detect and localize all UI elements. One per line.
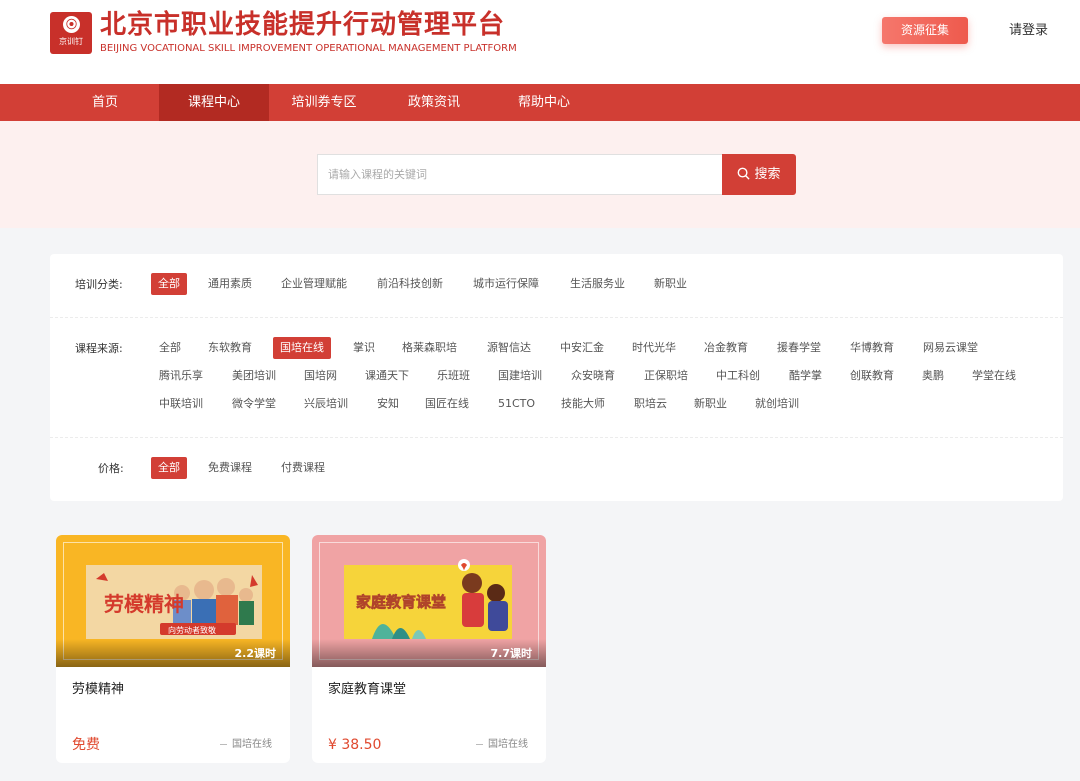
filter-category-option[interactable]: 企业管理赋能	[274, 273, 354, 295]
filter-price-free[interactable]: 免费课程	[201, 457, 259, 479]
filter-label-price: 价格:	[98, 462, 124, 475]
course-card[interactable]: 家庭教育课堂 7.7课时 家庭教育课堂 ¥ 38.50 国培在线	[312, 535, 546, 763]
filter-source-option[interactable]: 奥鹏	[915, 365, 951, 387]
course-lessons: 2.2课时	[234, 647, 277, 660]
filter-source-option[interactable]: 源智信达	[480, 337, 538, 359]
filter-source-option[interactable]: 全部	[152, 337, 188, 359]
filter-source-option[interactable]: 51CTO	[491, 393, 542, 415]
filter-source-option[interactable]: 众安晓育	[564, 365, 622, 387]
filter-source-option[interactable]: 援春学堂	[770, 337, 828, 359]
search-button-label: 搜索	[754, 167, 781, 182]
filter-source-option-selected[interactable]: 国培在线	[273, 337, 331, 359]
nav-item-voucher[interactable]: 培训券专区	[269, 84, 379, 121]
filter-source-option[interactable]: 兴辰培训	[297, 393, 355, 415]
nav-item-policy[interactable]: 政策资讯	[379, 84, 489, 121]
filter-category-option[interactable]: 城市运行保障	[466, 273, 546, 295]
filter-label-category: 培训分类:	[75, 278, 123, 291]
filter-category-option[interactable]: 生活服务业	[563, 273, 632, 295]
filter-source-option[interactable]: 冶金教育	[697, 337, 755, 359]
divider	[50, 317, 1063, 318]
search-input[interactable]	[317, 154, 722, 195]
course-source-label: 国培在线	[488, 739, 528, 750]
filter-category-option[interactable]: 通用素质	[201, 273, 259, 295]
filter-label-source: 课程来源:	[75, 342, 123, 355]
filter-category-all[interactable]: 全部	[151, 273, 187, 295]
filter-source-option[interactable]: 职培云	[627, 393, 674, 415]
source-dash	[476, 743, 483, 745]
filter-source-option[interactable]: 腾讯乐享	[152, 365, 210, 387]
filter-source-option[interactable]: 国匠在线	[418, 393, 476, 415]
logo[interactable]: ⦿ 京训钉	[50, 12, 92, 54]
filter-source-option[interactable]: 创联教育	[843, 365, 901, 387]
filter-source-option[interactable]: 中联培训	[152, 393, 210, 415]
course-thumbnail[interactable]: 劳模精神 向劳动者致敬 2.2课时	[56, 535, 290, 667]
source-dash	[220, 743, 227, 745]
course-price: ¥ 38.50	[328, 737, 382, 753]
filter-price-paid[interactable]: 付费课程	[274, 457, 332, 479]
filter-source-option[interactable]: 学堂在线	[965, 365, 1023, 387]
filter-source-option[interactable]: 课通天下	[358, 365, 416, 387]
filter-source-option[interactable]: 新职业	[687, 393, 734, 415]
logo-icon: ⦿	[63, 16, 80, 33]
filter-source-option[interactable]: 华博教育	[843, 337, 901, 359]
course-lessons: 7.7课时	[490, 647, 533, 660]
header: ⦿ 京训钉 北京市职业技能提升行动管理平台 BEIJING VOCATIONAL…	[0, 0, 1080, 84]
filter-source-option[interactable]: 中工科创	[709, 365, 767, 387]
filter-source-option[interactable]: 掌识	[346, 337, 382, 359]
resource-collection-button[interactable]: 资源征集	[882, 17, 968, 44]
filter-source-option[interactable]: 格莱森职培	[395, 337, 464, 359]
course-card[interactable]: 劳模精神 向劳动者致敬 2.2课时 劳模精神 免费 国培在线	[56, 535, 290, 763]
logo-text: 京训钉	[59, 37, 83, 46]
site-subtitle: BEIJING VOCATIONAL SKILL IMPROVEMENT OPE…	[100, 43, 517, 54]
filter-source-option[interactable]: 乐班班	[430, 365, 477, 387]
course-title[interactable]: 家庭教育课堂	[328, 681, 406, 699]
course-title[interactable]: 劳模精神	[72, 681, 124, 699]
filter-source-option[interactable]: 国培网	[297, 365, 344, 387]
filter-source-option[interactable]: 安知	[370, 393, 406, 415]
filter-price-all[interactable]: 全部	[151, 457, 187, 479]
course-thumbnail[interactable]: 家庭教育课堂 7.7课时	[312, 535, 546, 667]
course-source: 国培在线	[220, 738, 272, 752]
login-link[interactable]: 请登录	[1009, 22, 1048, 40]
filter-source-option[interactable]: 东软教育	[201, 337, 259, 359]
filter-source-option[interactable]: 微令学堂	[225, 393, 283, 415]
nav-item-help[interactable]: 帮助中心	[489, 84, 599, 121]
filter-source-option[interactable]: 酷学掌	[782, 365, 829, 387]
filter-panel: 培训分类: 全部 通用素质 企业管理赋能 前沿科技创新 城市运行保障 生活服务业…	[50, 254, 1063, 501]
filter-source-option[interactable]: 技能大师	[554, 393, 612, 415]
filter-source-option[interactable]: 网易云课堂	[916, 337, 985, 359]
filter-category-option[interactable]: 新职业	[647, 273, 694, 295]
filter-source-option[interactable]: 就创培训	[748, 393, 806, 415]
course-source: 国培在线	[476, 738, 528, 752]
filter-source-option[interactable]: 正保职培	[637, 365, 695, 387]
nav-item-home[interactable]: 首页	[50, 84, 160, 121]
divider	[50, 437, 1063, 438]
filter-source-option[interactable]: 美团培训	[225, 365, 283, 387]
nav-item-course-center[interactable]: 课程中心	[159, 84, 269, 121]
search-icon	[738, 167, 751, 180]
filter-source-option[interactable]: 时代光华	[625, 337, 683, 359]
course-price: 免费	[72, 737, 100, 753]
search-band: 搜索	[0, 121, 1080, 228]
filter-source-option[interactable]: 中安汇金	[553, 337, 611, 359]
course-source-label: 国培在线	[232, 739, 272, 750]
site-title: 北京市职业技能提升行动管理平台	[100, 10, 506, 40]
main-nav: 首页 课程中心 培训券专区 政策资讯 帮助中心	[0, 84, 1080, 121]
filter-source-option[interactable]: 国建培训	[491, 365, 549, 387]
search-button[interactable]: 搜索	[722, 154, 796, 195]
filter-category-option[interactable]: 前沿科技创新	[370, 273, 450, 295]
